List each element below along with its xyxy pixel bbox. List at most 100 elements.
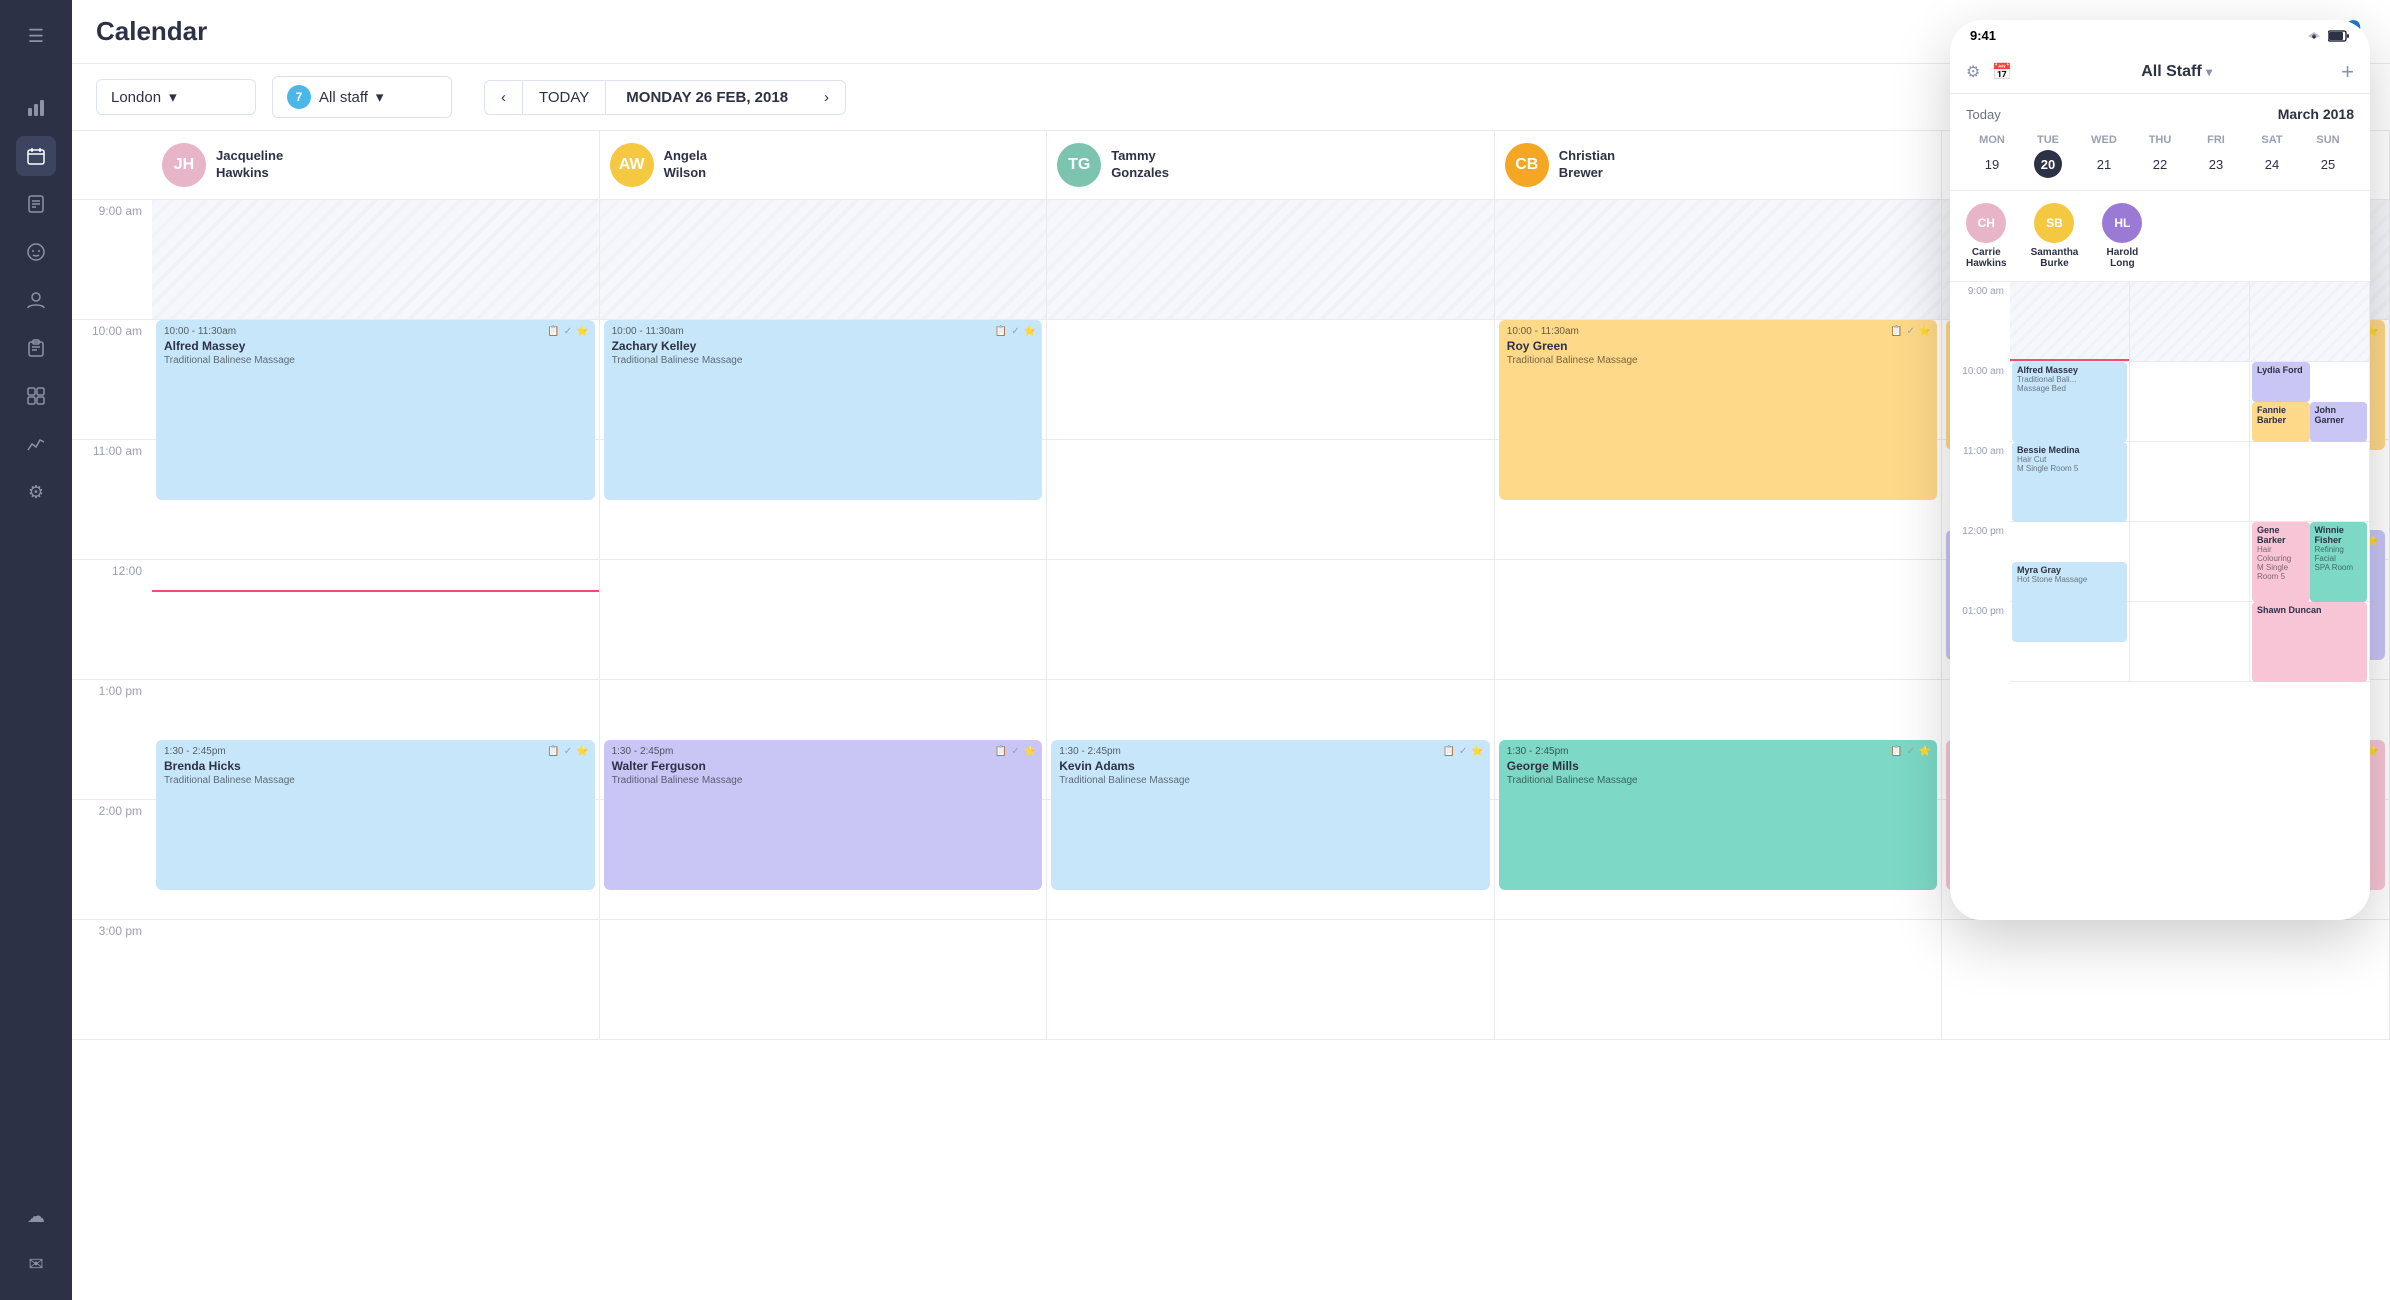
appointment-block[interactable]: 📋 ✓ ⭐ 10:00 - 11:30am Zachary Kelley Tra… [604, 320, 1043, 500]
appointment-block[interactable]: 📋 ✓ ⭐ 1:30 - 2:45pm Brenda Hicks Traditi… [156, 740, 595, 890]
mini-cal-day[interactable]: 21 [2090, 150, 2118, 178]
copy-icon[interactable]: 📋 [995, 326, 1007, 337]
flag-icon[interactable]: ⭐ [1024, 326, 1036, 337]
mobile-staff-item[interactable]: CHCarrie Hawkins [1966, 203, 2007, 269]
mobile-appointment[interactable]: Alfred Massey Traditional Bali... Massag… [2012, 362, 2127, 442]
mobile-time-label: 9:00 am [1950, 282, 2010, 362]
settings-nav-icon[interactable]: ⚙ [16, 472, 56, 512]
analytics-nav-icon[interactable] [16, 424, 56, 464]
appt-icons: 📋 ✓ ⭐ [1890, 746, 1931, 757]
copy-icon[interactable]: 📋 [995, 746, 1007, 757]
mobile-time-label: 12:00 pm [1950, 522, 2010, 602]
appt-client-name: Zachary Kelley [612, 339, 1035, 353]
staff-avatar: CB [1505, 143, 1549, 187]
mini-calendar: Today March 2018 MONTUEWEDTHUFRISATSUN19… [1950, 94, 2370, 191]
mobile-appointment[interactable]: Myra Gray Hot Stone Massage [2012, 562, 2127, 642]
appointment-block[interactable]: 📋 ✓ ⭐ 1:30 - 2:45pm Walter Ferguson Trad… [604, 740, 1043, 890]
mobile-hour-cell [2130, 442, 2249, 522]
mobile-staff-col: Alfred Massey Traditional Bali... Massag… [2010, 282, 2130, 682]
clipboard-nav-icon[interactable] [16, 328, 56, 368]
appointment-block[interactable]: 📋 ✓ ⭐ 10:00 - 11:30am Alfred Massey Trad… [156, 320, 595, 500]
check-icon[interactable]: ✓ [1011, 326, 1019, 337]
appt-icons: 📋 ✓ ⭐ [547, 326, 588, 337]
box-nav-icon[interactable] [16, 376, 56, 416]
appointment-block[interactable]: 📋 ✓ ⭐ 1:30 - 2:45pm Kevin Adams Traditio… [1051, 740, 1490, 890]
flag-icon[interactable]: ⭐ [1919, 326, 1931, 337]
flag-icon[interactable]: ⭐ [1919, 746, 1931, 757]
cloud-nav-icon[interactable]: ☁ [16, 1196, 56, 1236]
copy-icon[interactable]: 📋 [1890, 746, 1902, 757]
receipt-nav-icon[interactable] [16, 184, 56, 224]
staff-col-header[interactable]: JHJacqueline Hawkins [152, 131, 600, 199]
mobile-appt-name: John Garner [2315, 405, 2363, 425]
appt-client-name: Alfred Massey [164, 339, 587, 353]
mini-cal-day[interactable]: 25 [2314, 150, 2342, 178]
mini-cal-day[interactable]: 22 [2146, 150, 2174, 178]
appt-service: Traditional Balinese Massage [612, 775, 1035, 786]
person-nav-icon[interactable] [16, 280, 56, 320]
flag-icon[interactable]: ⭐ [576, 746, 588, 757]
flag-icon[interactable]: ⭐ [1471, 746, 1483, 757]
mobile-appointment[interactable]: Lydia Ford [2252, 362, 2310, 402]
mobile-staff-item[interactable]: HLHarold Long [2102, 203, 2142, 269]
flag-icon[interactable]: ⭐ [576, 326, 588, 337]
mobile-appointment[interactable]: Winnie Fisher Refining Facial SPA Room [2310, 522, 2368, 602]
mobile-appointment[interactable]: Gene Barker Hair Colouring M Single Room… [2252, 522, 2310, 602]
check-icon[interactable]: ✓ [564, 326, 572, 337]
copy-icon[interactable]: 📋 [1890, 326, 1902, 337]
appt-client-name: Kevin Adams [1059, 759, 1482, 773]
mobile-staff-name: Samantha Burke [2031, 247, 2079, 269]
check-icon[interactable]: ✓ [1011, 746, 1019, 757]
today-button[interactable]: TODAY [523, 81, 606, 114]
appt-icons: 📋 ✓ ⭐ [547, 746, 588, 757]
mobile-appointment[interactable]: Fannie Barber [2252, 402, 2310, 442]
mini-cal-day[interactable]: 24 [2258, 150, 2286, 178]
mini-cal-day[interactable]: 19 [1978, 150, 2006, 178]
mobile-appointment[interactable]: John Garner [2310, 402, 2368, 442]
check-icon[interactable]: ✓ [564, 746, 572, 757]
staff-count-badge: 7 [287, 85, 311, 109]
mini-cal-day[interactable]: 23 [2202, 150, 2230, 178]
mail-nav-icon[interactable]: ✉ [16, 1244, 56, 1284]
mobile-appt-service: Traditional Bali... [2017, 375, 2122, 384]
prev-button[interactable]: ‹ [485, 81, 523, 114]
appt-client-name: George Mills [1507, 759, 1930, 773]
mobile-staff-col: Lydia Ford John Garner Fannie Barber Gen… [2250, 282, 2370, 682]
staff-col-header[interactable]: CBChristian Brewer [1495, 131, 1943, 199]
flag-icon[interactable]: ⭐ [1024, 746, 1036, 757]
appointment-block[interactable]: 📋 ✓ ⭐ 10:00 - 11:30am Roy Green Traditio… [1499, 320, 1938, 500]
mini-cal-day[interactable]: 20 [2034, 150, 2062, 178]
mini-cal-day-header: WED [2078, 134, 2130, 146]
hour-cell [600, 560, 1047, 680]
mobile-staff-avatar: CH [1966, 203, 2006, 243]
check-icon[interactable]: ✓ [1459, 746, 1467, 757]
calendar-nav-icon[interactable] [16, 136, 56, 176]
mini-cal-grid: MONTUEWEDTHUFRISATSUN19202122232425 [1966, 134, 2354, 178]
mobile-filter-icon[interactable]: ⚙ [1966, 62, 1980, 82]
appt-time: 10:00 - 11:30am [612, 326, 1035, 337]
appt-time: 10:00 - 11:30am [1507, 326, 1930, 337]
mobile-add-button[interactable]: + [2341, 59, 2354, 85]
hour-cell [1047, 320, 1494, 440]
mobile-appt-name: Gene Barker [2257, 525, 2305, 545]
hour-cell [1047, 920, 1494, 1040]
menu-icon[interactable]: ☰ [16, 16, 56, 56]
mobile-appointment[interactable]: Shawn Duncan [2252, 602, 2367, 682]
copy-icon[interactable]: 📋 [1442, 746, 1454, 757]
staff-col-header[interactable]: TGTammy Gonzales [1047, 131, 1495, 199]
check-icon[interactable]: ✓ [1907, 326, 1915, 337]
mobile-staff-item[interactable]: SBSamantha Burke [2031, 203, 2079, 269]
copy-icon[interactable]: 📋 [547, 746, 559, 757]
staff-select[interactable]: 7 All staff ▾ [272, 76, 452, 118]
chart-icon[interactable] [16, 88, 56, 128]
check-icon[interactable]: ✓ [1907, 746, 1915, 757]
copy-icon[interactable]: 📋 [547, 326, 559, 337]
face-nav-icon[interactable] [16, 232, 56, 272]
next-button[interactable]: › [808, 81, 845, 114]
appointment-block[interactable]: 📋 ✓ ⭐ 1:30 - 2:45pm George Mills Traditi… [1499, 740, 1938, 890]
appt-icons: 📋 ✓ ⭐ [995, 746, 1036, 757]
mobile-appointment[interactable]: Bessie Medina Hair Cut M Single Room 5 [2012, 442, 2127, 522]
staff-col-header[interactable]: AWAngela Wilson [600, 131, 1048, 199]
location-select[interactable]: London ▾ [96, 79, 256, 115]
mobile-calendar-icon[interactable]: 📅 [1992, 62, 2012, 82]
